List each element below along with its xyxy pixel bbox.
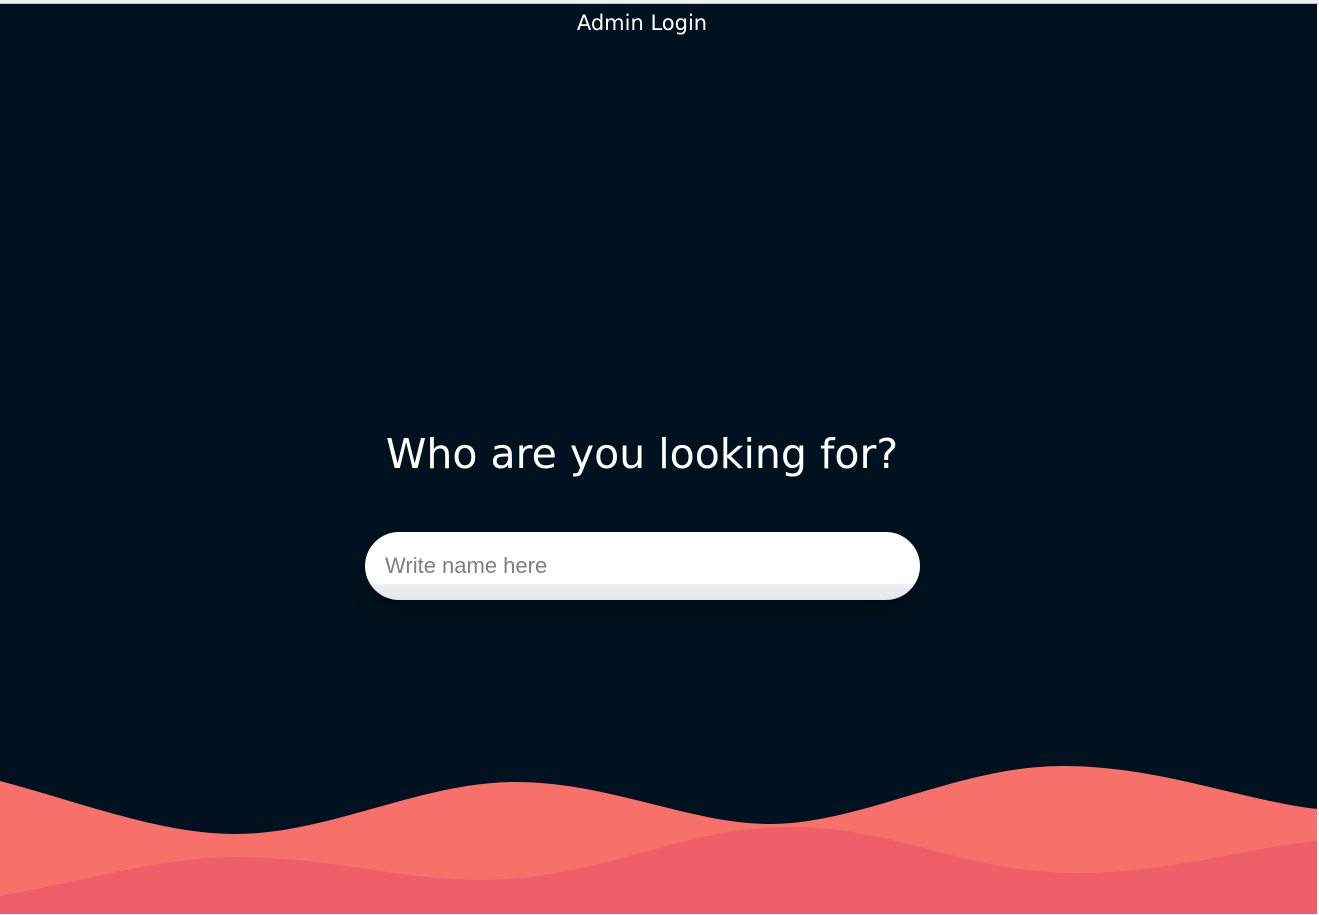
page: Admin Login Who are you looking for? — [0, 0, 1319, 915]
page-title: Who are you looking for? — [385, 430, 899, 478]
decorative-waves — [0, 766, 1317, 914]
name-search-input[interactable] — [365, 532, 920, 600]
search-container — [365, 532, 920, 600]
hero-section: Admin Login Who are you looking for? — [0, 4, 1317, 914]
admin-login-link[interactable]: Admin Login — [0, 10, 1284, 36]
